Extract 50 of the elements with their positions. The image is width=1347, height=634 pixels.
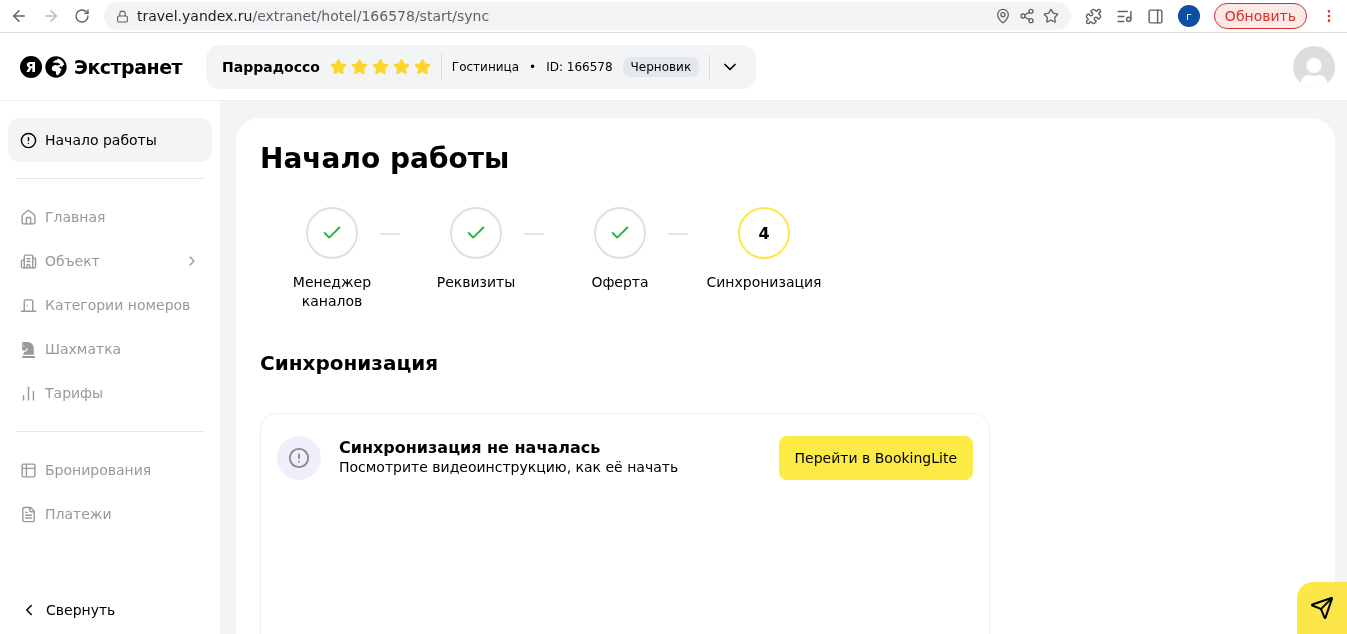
warning-icon (277, 436, 321, 480)
update-button[interactable]: Обновить (1213, 3, 1307, 29)
bookinglite-button[interactable]: Перейти в BookingLite (778, 436, 973, 480)
address-bar[interactable]: travel.yandex.ru/extranet/hotel/166578/start/sync (104, 2, 1071, 30)
nav-icon (20, 384, 37, 402)
status-tag: Черновик (622, 56, 700, 77)
notice-text: Посмотрите видеоинструкцию, как её начать (339, 459, 679, 475)
star-icon (392, 58, 410, 75)
url-domain: travel.yandex.ru (137, 8, 253, 24)
star-icon (413, 58, 431, 75)
feedback-button[interactable] (1297, 582, 1347, 634)
lock-icon (116, 9, 129, 23)
step-label: Синхронизация (705, 273, 823, 292)
side-panel-icon[interactable] (1146, 7, 1164, 25)
extensions-icon[interactable] (1084, 7, 1102, 25)
bookmark-star-icon[interactable] (1042, 8, 1059, 24)
share-icon[interactable] (1018, 8, 1035, 24)
step-number: 4 (758, 223, 770, 243)
step-label: Оферта (590, 273, 650, 292)
nav-icon (20, 461, 37, 479)
step-label: Реквизиты (435, 273, 517, 292)
nav-icon (20, 505, 37, 523)
hotel-name: Паррадоссо (222, 58, 320, 75)
reload-icon[interactable] (74, 8, 90, 24)
nav-icon (20, 208, 37, 226)
back-icon[interactable] (10, 7, 28, 25)
page-title: Начало работы (260, 142, 511, 175)
separator-dot: • (529, 59, 537, 74)
location-pin-icon[interactable] (994, 8, 1011, 24)
url-path: /extranet/hotel/166578/start/sync (252, 8, 490, 24)
notice-title: Синхронизация не началась (339, 438, 602, 457)
hotel-type: Гостиница (451, 59, 520, 74)
logo-letter: Я (20, 55, 42, 78)
hotel-id: ID: 166578 (546, 59, 613, 74)
nav-icon (20, 340, 37, 358)
step-label: Менеджер каналов (291, 273, 373, 311)
nav-icon (20, 252, 37, 270)
nav-icon (20, 296, 37, 314)
hotel-selector[interactable]: Паррадоссо Гостиница • ID: 166578 Черновик (206, 44, 757, 89)
sidebar-item[interactable]: Начало работы (8, 118, 212, 162)
collapse-link[interactable]: Свернуть (8, 598, 212, 622)
star-icon (350, 58, 368, 75)
nav-icon (20, 131, 37, 149)
send-arrow-icon (1310, 596, 1334, 620)
star-icon (329, 58, 347, 75)
profile-avatar[interactable]: г (1177, 5, 1200, 27)
logo-text: Экстранет (74, 55, 183, 78)
section-title: Синхронизация (260, 351, 440, 375)
globe-icon (45, 55, 67, 78)
star-icon (371, 58, 389, 75)
